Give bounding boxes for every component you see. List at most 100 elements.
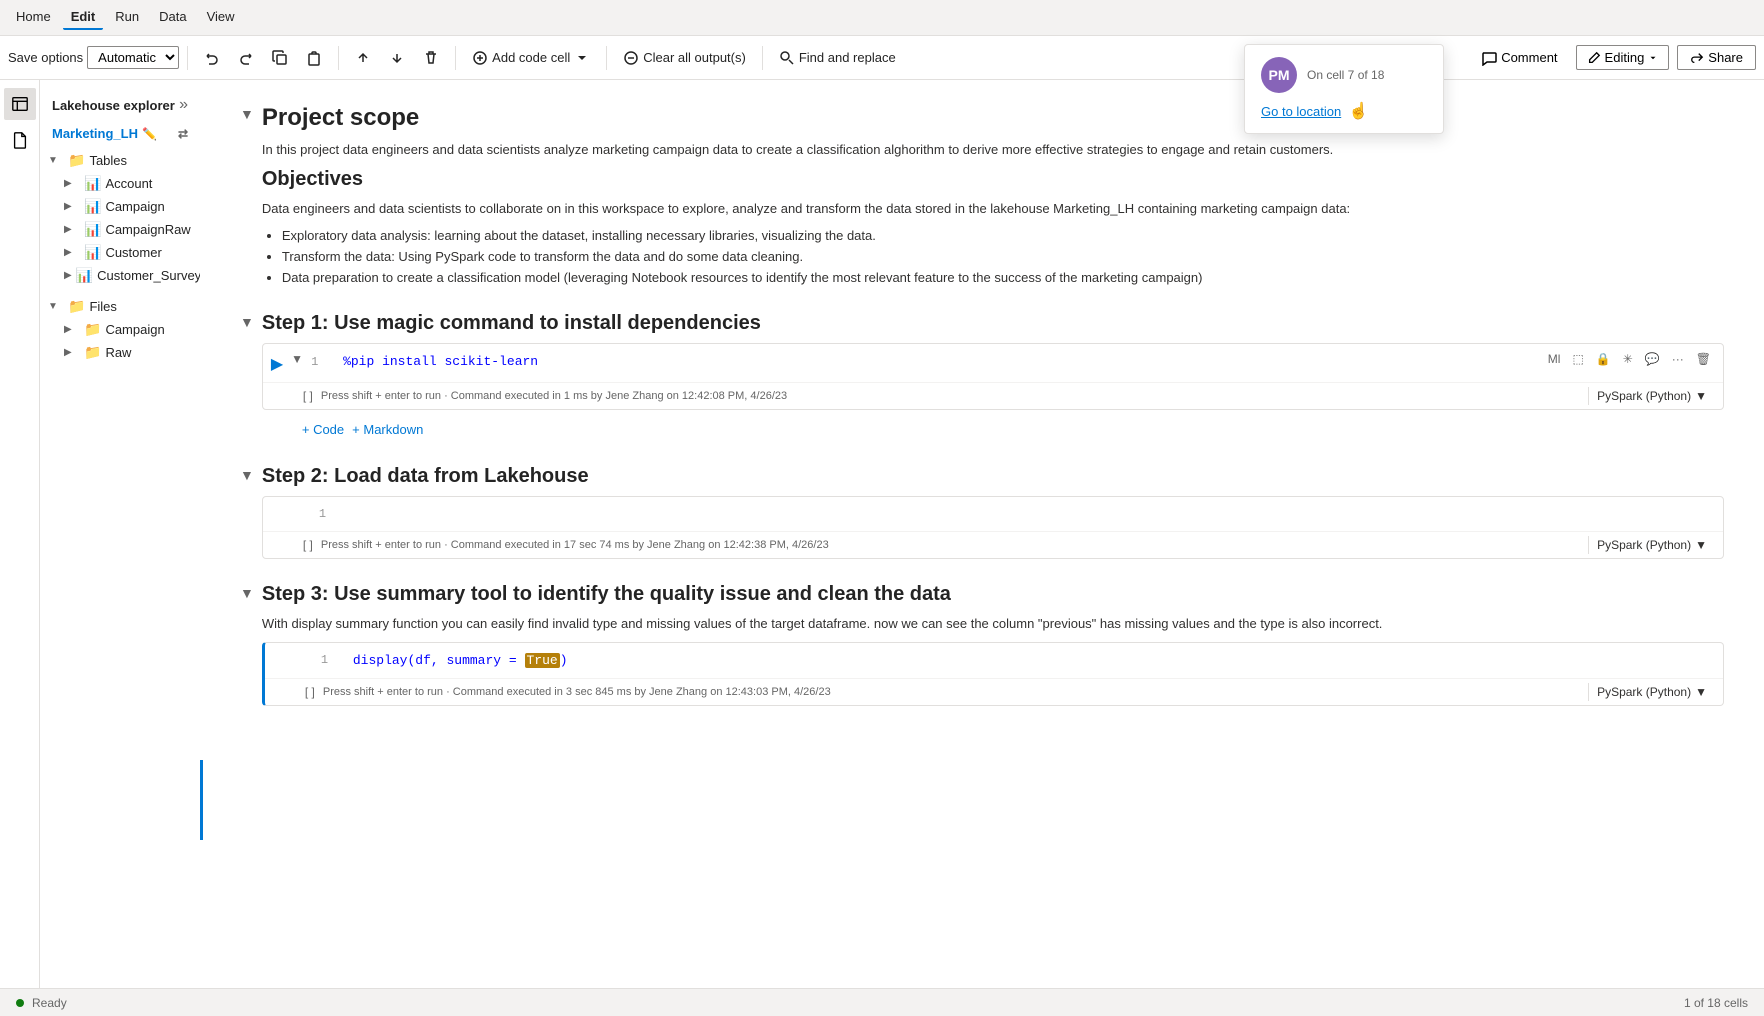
add-code-btn-1[interactable]: + Code (302, 422, 344, 437)
step1-run-button[interactable]: ▶ (271, 354, 283, 374)
sidebar-item-customer-survey[interactable]: ▶ 📊 Customer_Survey (40, 264, 200, 287)
nav-run[interactable]: Run (107, 5, 147, 30)
toolbar-sep-5 (762, 46, 763, 70)
step2-section: ▼ Step 2: Load data from Lakehouse 1 [ ] (240, 465, 1724, 567)
popup-user-info: PM On cell 7 of 18 (1261, 57, 1427, 93)
clear-outputs-button[interactable]: Clear all output(s) (615, 46, 754, 70)
cell-param-btn[interactable]: ⬚ (1568, 350, 1587, 368)
step2-line-num: 1 (319, 507, 343, 521)
sidebar-item-campaignraw[interactable]: ▶ 📊 CampaignRaw (40, 218, 200, 241)
step3-cell-status: [ ] Press shift + enter to run · Command… (265, 678, 1723, 705)
step1-code-line: 1 %pip install scikit-learn (311, 352, 1715, 371)
files-header[interactable]: ▼ 📁 Files (40, 295, 200, 318)
undo-button[interactable] (196, 46, 228, 70)
redo-button[interactable] (230, 46, 262, 70)
share-button[interactable]: Share (1677, 45, 1756, 70)
editing-button[interactable]: Editing (1576, 45, 1670, 70)
step2-cell-run-area: 1 (263, 497, 1723, 531)
status-left: Ready (16, 996, 67, 1010)
step1-content: Step 1: Use magic command to install dep… (262, 312, 1724, 449)
lakehouse-edit-icon[interactable]: ✏️ (142, 127, 157, 141)
step1-code[interactable]: %pip install scikit-learn (343, 354, 538, 369)
step3-code[interactable]: display(df, summary = True) (353, 653, 568, 668)
lakehouse-refresh-icon[interactable]: ⇄ (178, 127, 188, 141)
tables-header[interactable]: ▼ 📁 Tables (40, 149, 200, 172)
copy-button[interactable] (264, 46, 296, 70)
collapse-step1[interactable]: ▼ (240, 312, 254, 330)
sidebar-icon-strip (0, 80, 40, 988)
user-popup: PM On cell 7 of 18 Go to location ☝ (1244, 44, 1444, 134)
toolbar-sep-3 (455, 46, 456, 70)
save-mode-select[interactable]: Automatic Manual (87, 46, 179, 69)
step1-cell-body: 1 %pip install scikit-learn (311, 352, 1715, 371)
cell-delete-btn[interactable]: 🗑 (1692, 350, 1715, 368)
project-scope-title: Project scope (262, 104, 1724, 132)
delete-button[interactable] (415, 46, 447, 70)
nav-menu: Home Edit Run Data View (8, 5, 243, 30)
toolbar-sep-4 (606, 46, 607, 70)
step1-cell-run-area: ▶ ▼ 1 %pip install scikit-learn (263, 344, 1723, 382)
step3-language[interactable]: PySpark (Python) ▼ (1588, 683, 1715, 701)
cell-lock-btn[interactable]: 🔒 (1592, 350, 1615, 368)
step2-cell-body: 1 (271, 505, 1715, 523)
cell-more-btn[interactable]: ··· (1668, 350, 1688, 368)
nav-data[interactable]: Data (151, 5, 194, 30)
toolbar-sep-1 (187, 46, 188, 70)
step3-content: Step 3: Use summary tool to identify the… (262, 583, 1724, 714)
sidebar-collapse-button[interactable]: » (179, 96, 188, 114)
move-up-button[interactable] (347, 46, 379, 70)
find-replace-button[interactable]: Find and replace (771, 46, 904, 70)
paste-button[interactable] (298, 46, 330, 70)
step3-desc: With display summary function you can ea… (262, 614, 1724, 634)
sidebar-file-icon[interactable] (4, 124, 36, 156)
sidebar-item-customer[interactable]: ▶ 📊 Customer (40, 241, 200, 264)
objective-item-3: Data preparation to create a classificat… (282, 268, 1724, 289)
popup-goto[interactable]: Go to location ☝ (1261, 101, 1427, 121)
sidebar-explorer-icon[interactable] (4, 88, 36, 120)
collapse-project-scope[interactable]: ▼ (240, 104, 254, 122)
step1-cell-status: [ ] Press shift + enter to run · Command… (263, 382, 1723, 409)
project-scope-desc: In this project data engineers and data … (262, 140, 1724, 160)
step2-title: Step 2: Load data from Lakehouse (262, 465, 1724, 488)
sidebar-item-campaign-file[interactable]: ▶ 📁 Campaign (40, 318, 200, 341)
sidebar-item-raw-file[interactable]: ▶ 📁 Raw (40, 341, 200, 364)
sidebar-title: Lakehouse explorer (52, 98, 175, 113)
cell-md-btn[interactable]: Ml (1544, 350, 1565, 368)
nav-home[interactable]: Home (8, 5, 59, 30)
comment-button[interactable]: Comment (1471, 46, 1567, 70)
step1-line-num: 1 (311, 355, 335, 369)
cell-star-btn[interactable]: ✳ (1619, 350, 1637, 368)
files-section: ▼ 📁 Files ▶ 📁 Campaign ▶ 📁 Raw (40, 295, 200, 372)
collapse-step3[interactable]: ▼ (240, 583, 254, 601)
cursor-icon: ☝ (1349, 101, 1369, 121)
step3-code-cell: 1 display(df, summary = True) [ ] Press … (262, 642, 1724, 706)
sidebar-item-account[interactable]: ▶ 📊 Account (40, 172, 200, 195)
step2-code-line: 1 (319, 505, 1715, 523)
nav-edit[interactable]: Edit (63, 5, 104, 30)
cell-comment-btn[interactable]: 💬 (1641, 350, 1664, 368)
lakehouse-name: Marketing_LH ✏️ ⇄ (40, 122, 200, 149)
collapse-step2[interactable]: ▼ (240, 465, 254, 483)
add-code-cell-button[interactable]: Add code cell (464, 46, 598, 70)
toolbar-sep-2 (338, 46, 339, 70)
nav-view[interactable]: View (199, 5, 243, 30)
objective-item-1: Exploratory data analysis: learning abou… (282, 226, 1724, 247)
step1-language[interactable]: PySpark (Python) ▼ (1588, 387, 1715, 405)
goto-location-link[interactable]: Go to location (1261, 104, 1341, 119)
sidebar-item-campaign[interactable]: ▶ 📊 Campaign (40, 195, 200, 218)
top-nav-bar: Home Edit Run Data View (0, 0, 1764, 36)
notebook-content: ▼ Project scope In this project data eng… (200, 80, 1764, 988)
step1-cell-toolbar: Ml ⬚ 🔒 ✳ 💬 ··· 🗑 (1544, 350, 1715, 368)
move-down-button[interactable] (381, 46, 413, 70)
add-markdown-btn-1[interactable]: + Markdown (352, 422, 423, 437)
popup-cell-info: On cell 7 of 18 (1307, 68, 1384, 82)
step1-collapse-cell[interactable]: ▼ (291, 352, 303, 366)
step2-language[interactable]: PySpark (Python) ▼ (1588, 536, 1715, 554)
active-cell-indicator (200, 760, 203, 840)
step3-section: ▼ Step 3: Use summary tool to identify t… (240, 583, 1724, 714)
objectives-title: Objectives (262, 168, 1724, 191)
status-indicator (16, 999, 24, 1007)
step3-line-num: 1 (321, 653, 345, 667)
objective-item-2: Transform the data: Using PySpark code t… (282, 247, 1724, 268)
sidebar-header: Lakehouse explorer » (40, 88, 200, 122)
